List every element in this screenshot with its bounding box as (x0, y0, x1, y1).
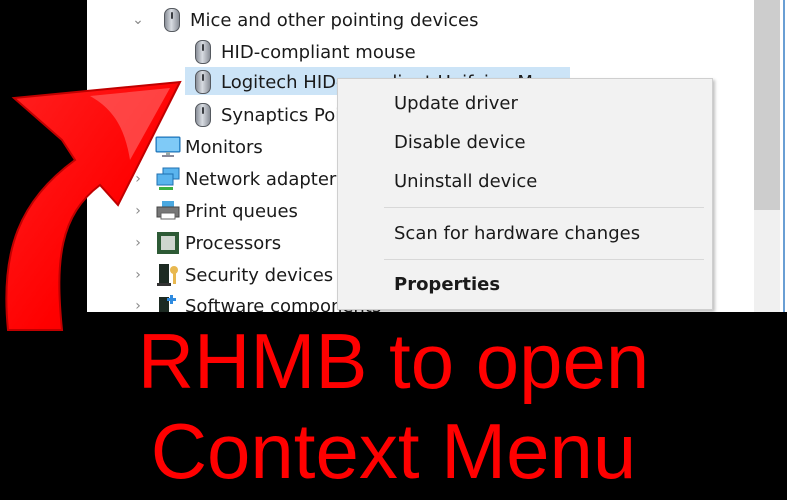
caption-line-2: Context Menu (150, 407, 637, 495)
menu-item-uninstall-device[interactable]: Uninstall device (394, 171, 537, 192)
tree-item-label: Network adapters (185, 168, 346, 190)
tree-item-label: HID-compliant mouse (221, 41, 416, 63)
red-arrow-icon (5, 80, 182, 331)
context-menu: Update driver Disable device Uninstall d… (337, 78, 713, 310)
menu-item-scan-hardware[interactable]: Scan for hardware changes (394, 223, 640, 244)
menu-item-update-driver[interactable]: Update driver (394, 93, 518, 114)
tree-item-label: Mice and other pointing devices (190, 9, 479, 31)
tree-item-label: Print queues (185, 200, 298, 222)
vertical-scrollbar[interactable] (754, 0, 780, 312)
chevron-down-icon[interactable]: ⌄ (131, 12, 145, 28)
scrollbar-thumb[interactable] (754, 0, 780, 210)
mouse-icon (160, 8, 182, 32)
tree-item-label: Security devices (185, 264, 334, 286)
window-border (783, 0, 785, 312)
tree-item-mice[interactable]: ⌄ Mice and other pointing devices (87, 5, 727, 35)
menu-item-disable-device[interactable]: Disable device (394, 132, 526, 153)
caption-line-1: RHMB to open (137, 317, 650, 405)
menu-item-properties[interactable]: Properties (394, 274, 500, 295)
menu-separator (384, 207, 704, 208)
menu-separator (384, 259, 704, 260)
